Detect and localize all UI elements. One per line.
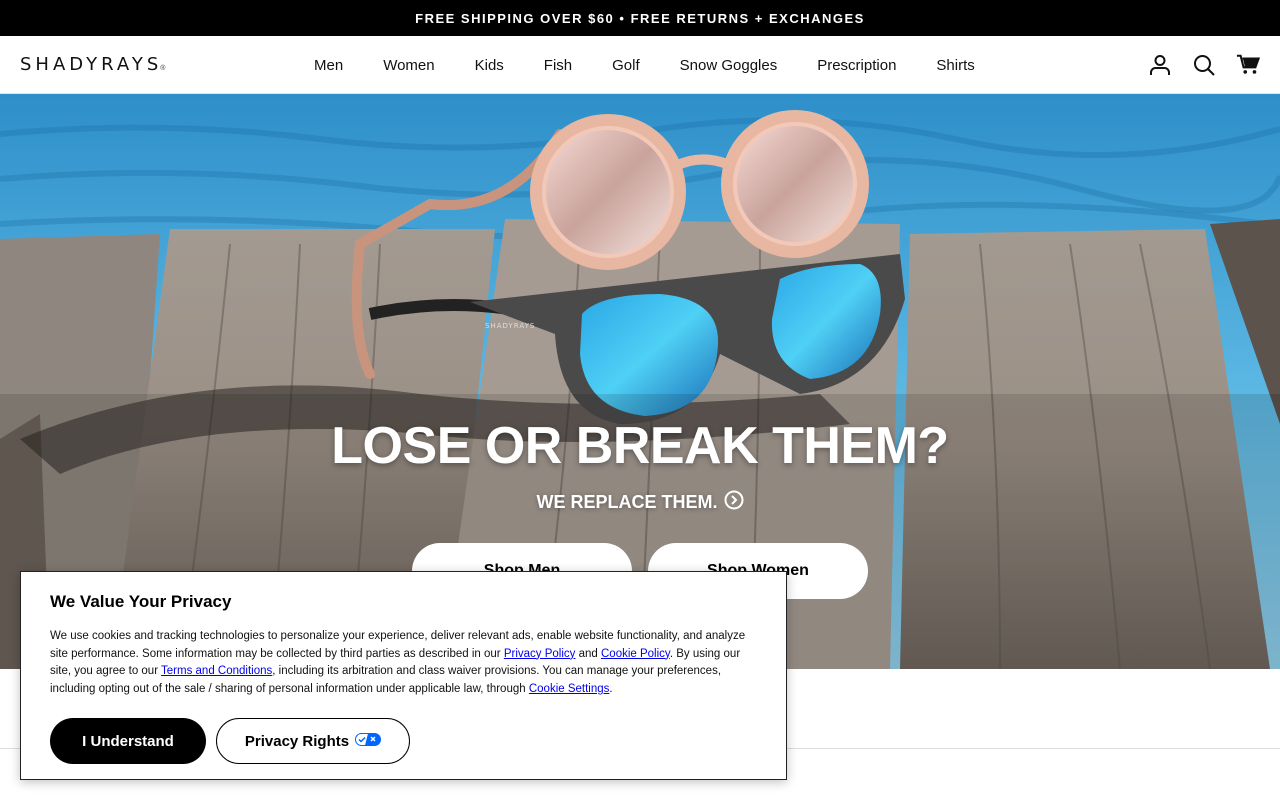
nav-item-fish[interactable]: Fish <box>524 57 592 74</box>
frame-brand-text: SHADYRAYS <box>485 322 535 330</box>
announcement-bar: FREE SHIPPING OVER $60 • FREE RETURNS + … <box>0 0 1280 36</box>
logo-text: SHADYRAYS <box>20 54 163 75</box>
hero-title: LOSE OR BREAK THEM? <box>331 417 949 475</box>
logo[interactable]: SHADYRAYS ® <box>20 53 165 77</box>
hero-subtitle-link[interactable]: WE REPLACE THEM. <box>0 490 1280 515</box>
privacy-options-icon <box>355 732 382 750</box>
account-icon[interactable] <box>1148 53 1172 77</box>
privacy-text-part: . <box>609 682 613 695</box>
announcement-text: FREE SHIPPING OVER $60 • FREE RETURNS + … <box>415 10 865 26</box>
cart-icon[interactable] <box>1236 53 1260 77</box>
hero-subtitle: WE REPLACE THEM. <box>536 492 718 512</box>
nav-item-kids[interactable]: Kids <box>455 57 524 74</box>
nav-item-women[interactable]: Women <box>363 57 454 74</box>
search-icon[interactable] <box>1192 53 1216 77</box>
site-header: SHADYRAYS ® Men Women Kids Fish Golf Sno… <box>0 36 1280 94</box>
terms-link[interactable]: Terms and Conditions <box>161 665 272 677</box>
nav-item-men[interactable]: Men <box>294 57 363 74</box>
privacy-modal: We Value Your Privacy We use cookies and… <box>20 571 787 780</box>
chevron-right-circle-icon <box>724 490 744 515</box>
privacy-text: We use cookies and tracking technologies… <box>50 628 750 698</box>
nav-item-prescription[interactable]: Prescription <box>797 57 916 74</box>
cookie-settings-link[interactable]: Cookie Settings <box>529 683 610 695</box>
nav-item-golf[interactable]: Golf <box>592 57 660 74</box>
privacy-rights-button[interactable]: Privacy Rights <box>216 718 410 764</box>
cookie-policy-link[interactable]: Cookie Policy <box>601 648 670 660</box>
i-understand-button[interactable]: I Understand <box>50 718 206 764</box>
privacy-title: We Value Your Privacy <box>50 592 232 611</box>
privacy-policy-link[interactable]: Privacy Policy <box>504 648 576 660</box>
nav-item-snow-goggles[interactable]: Snow Goggles <box>660 57 798 74</box>
privacy-rights-label: Privacy Rights <box>244 732 350 750</box>
main-nav: Men Women Kids Fish Golf Snow Goggles Pr… <box>294 36 995 94</box>
privacy-text-part: and <box>575 647 601 660</box>
logo-registered-mark: ® <box>160 65 166 72</box>
nav-item-shirts[interactable]: Shirts <box>916 57 994 74</box>
header-icons <box>1148 36 1260 94</box>
